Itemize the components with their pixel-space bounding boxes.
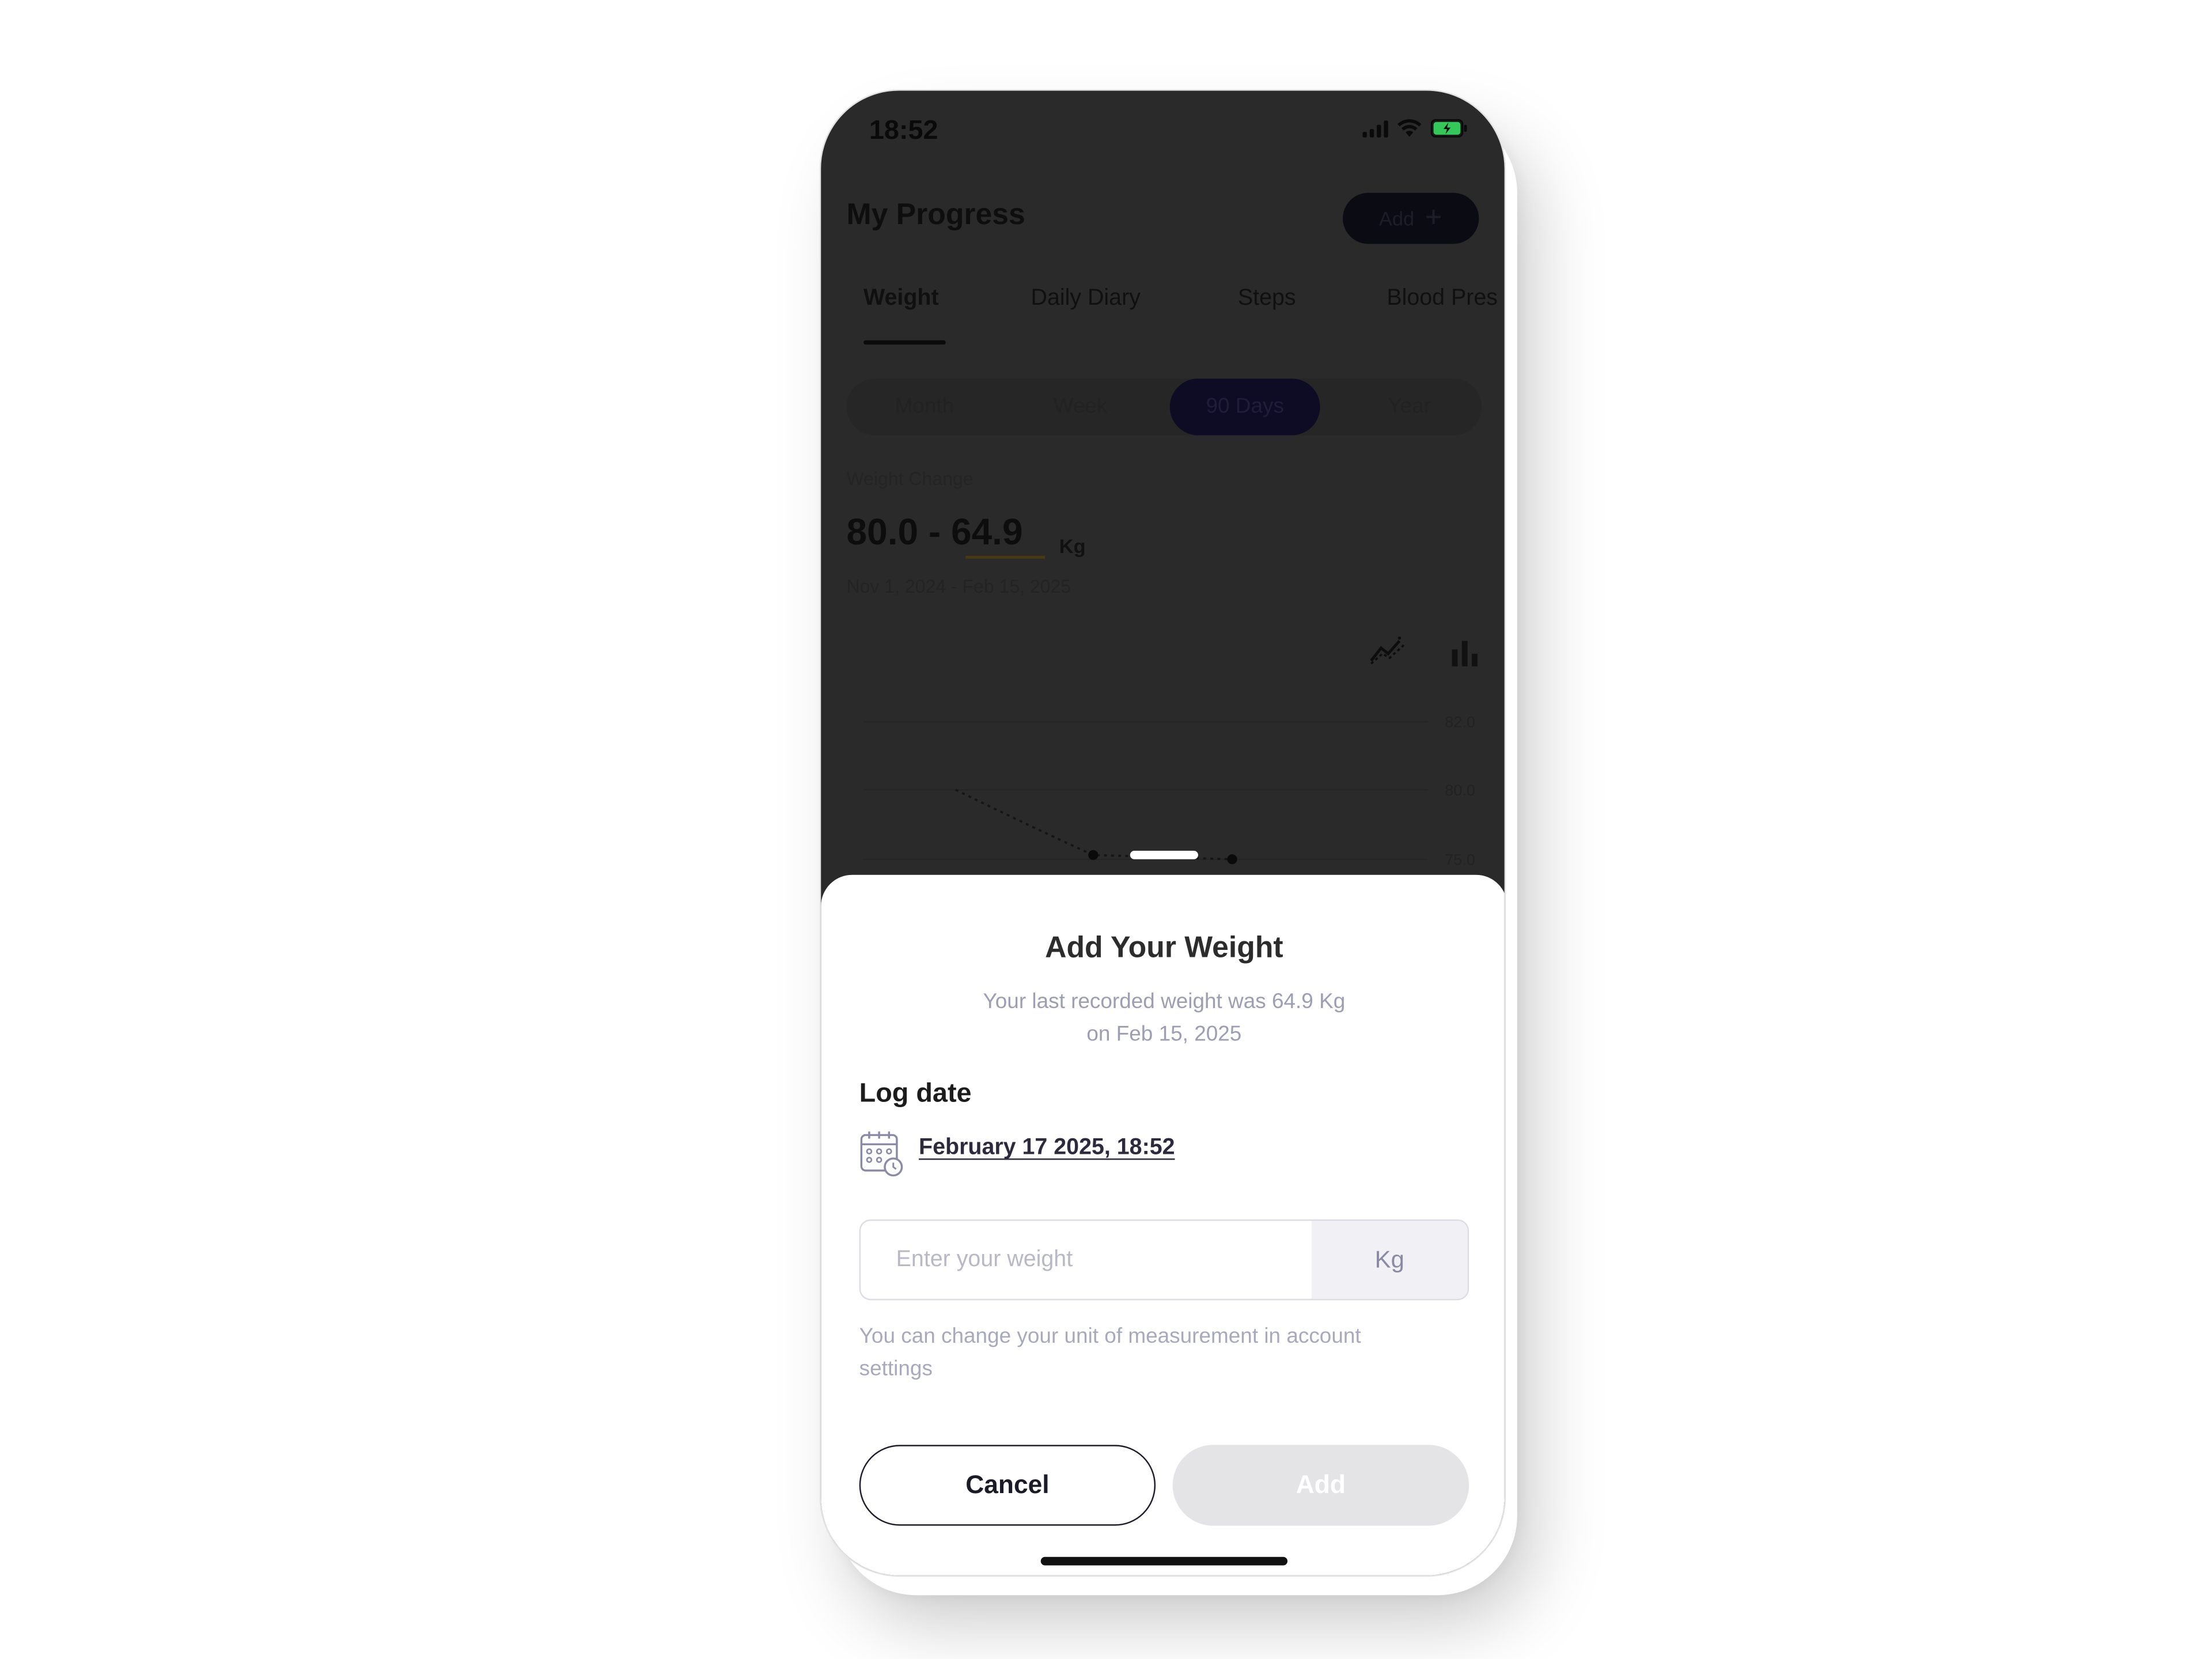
end-weight-underline bbox=[965, 555, 1046, 559]
add-weight-button[interactable]: Add bbox=[1172, 1445, 1469, 1526]
last-weight-date: on Feb 15, 2025 bbox=[1086, 1022, 1242, 1047]
page-title: My Progress bbox=[846, 198, 1025, 232]
weight-change-label: Weight Change bbox=[846, 468, 974, 490]
range-selector: Month Week 90 Days Year bbox=[846, 378, 1484, 435]
y-tick-label: 80.0 bbox=[1445, 781, 1475, 799]
tab-weight[interactable]: Weight bbox=[863, 286, 939, 312]
chart-point bbox=[1227, 854, 1237, 865]
log-date-label: Log date bbox=[859, 1079, 972, 1109]
chart-point bbox=[1088, 850, 1099, 860]
wifi-icon bbox=[1397, 119, 1422, 138]
signal-icon bbox=[1362, 119, 1388, 137]
weight-separator: - bbox=[918, 510, 951, 553]
y-tick-label: 75.0 bbox=[1445, 851, 1475, 869]
tab-blood-pressure[interactable]: Blood Pres bbox=[1387, 286, 1498, 312]
status-time: 18:52 bbox=[869, 116, 938, 146]
battery-icon bbox=[1430, 119, 1468, 138]
app-header: My Progress Add bbox=[847, 190, 1479, 252]
screen: 18:52 My Progress Add Weight Daily Diary… bbox=[821, 91, 1505, 1575]
stage: 18:52 My Progress Add Weight Daily Diary… bbox=[0, 0, 2212, 1659]
add-weight-sheet: Add Your Weight Your last recorded weigh… bbox=[821, 874, 1505, 1575]
y-tick-label: 82.0 bbox=[1445, 713, 1475, 731]
weight-unit: Kg bbox=[1059, 534, 1086, 558]
status-icons bbox=[1362, 119, 1468, 138]
calendar-icon[interactable] bbox=[859, 1130, 905, 1185]
last-weight-text: Your last recorded weight was 64.9 Kg bbox=[983, 990, 1346, 1014]
add-entry-label: Add bbox=[1378, 207, 1415, 230]
range-week[interactable]: Week bbox=[1005, 378, 1156, 435]
date-range: Nov 1, 2024 - Feb 15, 2025 bbox=[846, 575, 1071, 597]
home-indicator bbox=[1040, 1556, 1288, 1566]
range-year[interactable]: Year bbox=[1334, 378, 1484, 435]
active-tab-indicator bbox=[863, 340, 946, 345]
weight-range: 80.0 - 64.9 bbox=[847, 510, 1023, 554]
sheet-title: Add Your Weight bbox=[1045, 931, 1283, 964]
status-bar: 18:52 bbox=[821, 91, 1504, 173]
metric-tabs: Weight Daily Diary Steps Blood Pres bbox=[863, 286, 1505, 343]
weight-input[interactable] bbox=[861, 1221, 1312, 1299]
plus-icon bbox=[1426, 207, 1443, 229]
tab-daily-diary[interactable]: Daily Diary bbox=[1031, 286, 1141, 312]
range-month[interactable]: Month bbox=[849, 378, 999, 435]
weight-unit-label: Kg bbox=[1311, 1221, 1468, 1299]
sheet-drag-handle[interactable] bbox=[1130, 850, 1198, 859]
bar-chart-icon[interactable] bbox=[1450, 638, 1482, 674]
line-chart-icon[interactable] bbox=[1368, 635, 1408, 673]
tab-steps[interactable]: Steps bbox=[1238, 286, 1296, 312]
start-weight: 80.0 bbox=[846, 510, 919, 553]
weight-field: Kg bbox=[859, 1219, 1469, 1301]
end-weight: 64.9 bbox=[950, 510, 1023, 553]
add-entry-button[interactable]: Add bbox=[1343, 192, 1479, 244]
unit-hint: You can change your unit of measurement … bbox=[859, 1324, 1361, 1381]
range-90-days[interactable]: 90 Days bbox=[1169, 378, 1320, 435]
cancel-button[interactable]: Cancel bbox=[859, 1445, 1156, 1526]
log-date-value[interactable]: February 17 2025, 18:52 bbox=[919, 1136, 1175, 1161]
phone-frame: 18:52 My Progress Add Weight Daily Diary… bbox=[819, 89, 1506, 1577]
sheet-subtitle: Your last recorded weight was 64.9 Kg on… bbox=[906, 986, 1422, 1051]
